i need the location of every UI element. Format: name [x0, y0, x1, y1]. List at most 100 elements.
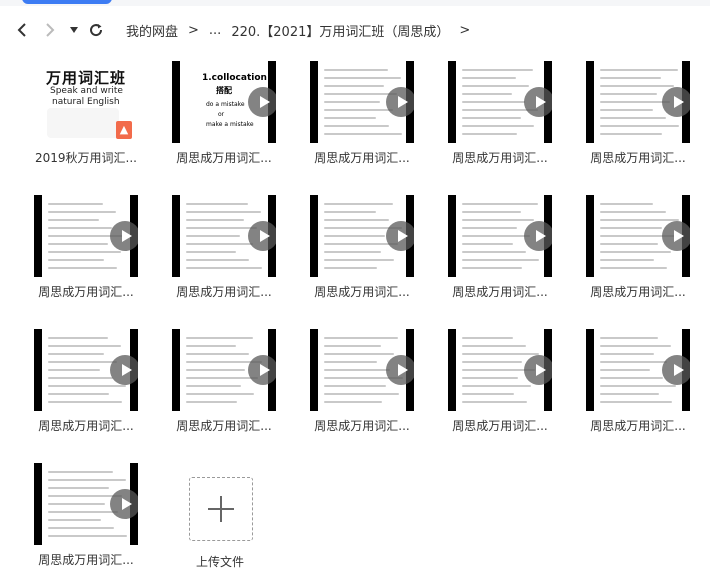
play-icon[interactable]: [386, 221, 414, 251]
forward-button[interactable]: [40, 20, 60, 40]
file-tile-video[interactable]: 周思成万用词汇...: [138, 187, 276, 317]
file-name[interactable]: 2019秋万用词汇...: [22, 149, 150, 166]
play-icon[interactable]: [110, 355, 138, 385]
slide-text-line: [462, 337, 513, 339]
slide-text-line: [48, 527, 114, 529]
file-name[interactable]: 周思成万用词汇...: [160, 149, 288, 166]
file-name[interactable]: 周思成万用词汇...: [574, 149, 702, 166]
slide-text-line: [48, 377, 113, 379]
play-icon[interactable]: [248, 87, 276, 117]
file-tile-video[interactable]: 周思成万用词汇...: [414, 187, 552, 317]
video-thumbnail: [586, 61, 690, 143]
file-name[interactable]: 周思成万用词汇...: [22, 417, 150, 434]
top-accent-button[interactable]: [22, 0, 112, 4]
slide-text-line: [48, 487, 109, 489]
play-icon[interactable]: [662, 87, 690, 117]
file-tile-video[interactable]: 周思成万用词汇...: [552, 187, 690, 317]
file-name[interactable]: 周思成万用词汇...: [160, 283, 288, 300]
slide-text-line: [462, 401, 527, 403]
slide-text-line: [48, 243, 108, 245]
file-tile-video[interactable]: 周思成万用词汇...: [0, 455, 138, 585]
file-name[interactable]: 周思成万用词汇...: [22, 283, 150, 300]
file-tile-video[interactable]: 周思成万用词汇...: [414, 53, 552, 183]
file-name[interactable]: 周思成万用词汇...: [574, 283, 702, 300]
breadcrumb-current[interactable]: 220.【2021】万用词汇班（周思成）: [231, 21, 449, 40]
file-tile-video[interactable]: 周思成万用词汇...: [0, 187, 138, 317]
play-icon[interactable]: [524, 87, 552, 117]
slide-text-line: [600, 259, 654, 261]
top-strip: [0, 0, 710, 6]
slide-text-line: [186, 259, 249, 261]
play-icon[interactable]: [110, 489, 138, 519]
file-name[interactable]: 周思成万用词汇...: [298, 149, 426, 166]
back-button[interactable]: [12, 20, 32, 40]
play-icon[interactable]: [248, 355, 276, 385]
file-tile-pdf[interactable]: 万用词汇班 Speak and write natural English ▲ 2019…: [0, 53, 138, 183]
slide-text-line: [600, 251, 671, 253]
file-tile-video[interactable]: 周思成万用词汇...: [276, 321, 414, 451]
slide-text-line: [48, 535, 127, 537]
slide-text-line: [600, 385, 676, 387]
file-tile-video[interactable]: 周思成万用词汇...: [138, 321, 276, 451]
slide-text-line: [462, 85, 529, 87]
slide-text-line: [48, 385, 126, 387]
slide-text-line: [324, 243, 398, 245]
pdf-thumbnail: 万用词汇班 Speak and write natural English ▲: [34, 61, 138, 143]
file-name[interactable]: 周思成万用词汇...: [160, 417, 288, 434]
slide-text-line: [324, 267, 377, 269]
file-name[interactable]: 周思成万用词汇...: [298, 283, 426, 300]
video-thumbnail: [586, 329, 690, 411]
file-tile-video[interactable]: 周思成万用词汇...: [276, 53, 414, 183]
slide-text-line: [324, 77, 401, 79]
slide-text-line: [324, 251, 381, 253]
slide-text-line: [600, 353, 654, 355]
play-icon[interactable]: [662, 221, 690, 251]
slide-text-line: [186, 337, 253, 339]
file-name[interactable]: 周思成万用词汇...: [436, 283, 564, 300]
file-tile-video[interactable]: 周思成万用词汇...: [552, 321, 690, 451]
video-thumbnail: [586, 195, 690, 277]
play-icon[interactable]: [386, 87, 414, 117]
history-dropdown[interactable]: [64, 20, 84, 40]
file-name[interactable]: 周思成万用词汇...: [436, 417, 564, 434]
refresh-button[interactable]: [86, 20, 106, 40]
file-tile-video[interactable]: 周思成万用词汇...: [0, 321, 138, 451]
slide-text-line: [186, 401, 237, 403]
slide-text-line: [324, 219, 389, 221]
file-tile-video[interactable]: 周思成万用词汇...: [552, 53, 690, 183]
slide-text-line: [600, 267, 667, 269]
slide-text-line: [324, 361, 377, 363]
slide-text-line: [48, 361, 117, 363]
breadcrumb-ellipsis[interactable]: ...: [209, 23, 221, 38]
file-name[interactable]: 周思成万用词汇...: [574, 417, 702, 434]
slide-text-line: [186, 393, 254, 395]
slide-text-line: [324, 385, 386, 387]
file-name[interactable]: 周思成万用词汇...: [298, 417, 426, 434]
breadcrumb-root[interactable]: 我的网盘: [126, 21, 178, 40]
file-tile-video[interactable]: 周思成万用词汇...: [414, 321, 552, 451]
slide-text-line: [48, 259, 104, 261]
slide-text-line: [462, 117, 521, 119]
play-icon[interactable]: [386, 355, 414, 385]
slide-text: do a mistake: [206, 101, 245, 108]
slide-text-line: [600, 345, 671, 347]
file-tile-video[interactable]: 1.collocation 搭配 do a mistake or make a mist…: [138, 53, 276, 183]
slide-text-line: [600, 401, 672, 403]
play-icon[interactable]: [248, 221, 276, 251]
file-tile-video[interactable]: 周思成万用词汇...: [276, 187, 414, 317]
slide-text-line: [324, 369, 390, 371]
caret-down-icon: [70, 27, 78, 33]
upload-file-button[interactable]: [189, 477, 253, 541]
play-icon[interactable]: [524, 355, 552, 385]
slide-text-line: [48, 393, 109, 395]
file-name[interactable]: 周思成万用词汇...: [436, 149, 564, 166]
slide-text-line: [186, 353, 249, 355]
slide-text-line: [48, 503, 105, 505]
slide-text-line: [48, 511, 118, 513]
slide-text-line: [48, 353, 104, 355]
play-icon[interactable]: [110, 221, 138, 251]
play-icon[interactable]: [662, 355, 690, 385]
video-thumbnail: [448, 195, 552, 277]
play-icon[interactable]: [524, 221, 552, 251]
file-name[interactable]: 周思成万用词汇...: [22, 551, 150, 568]
